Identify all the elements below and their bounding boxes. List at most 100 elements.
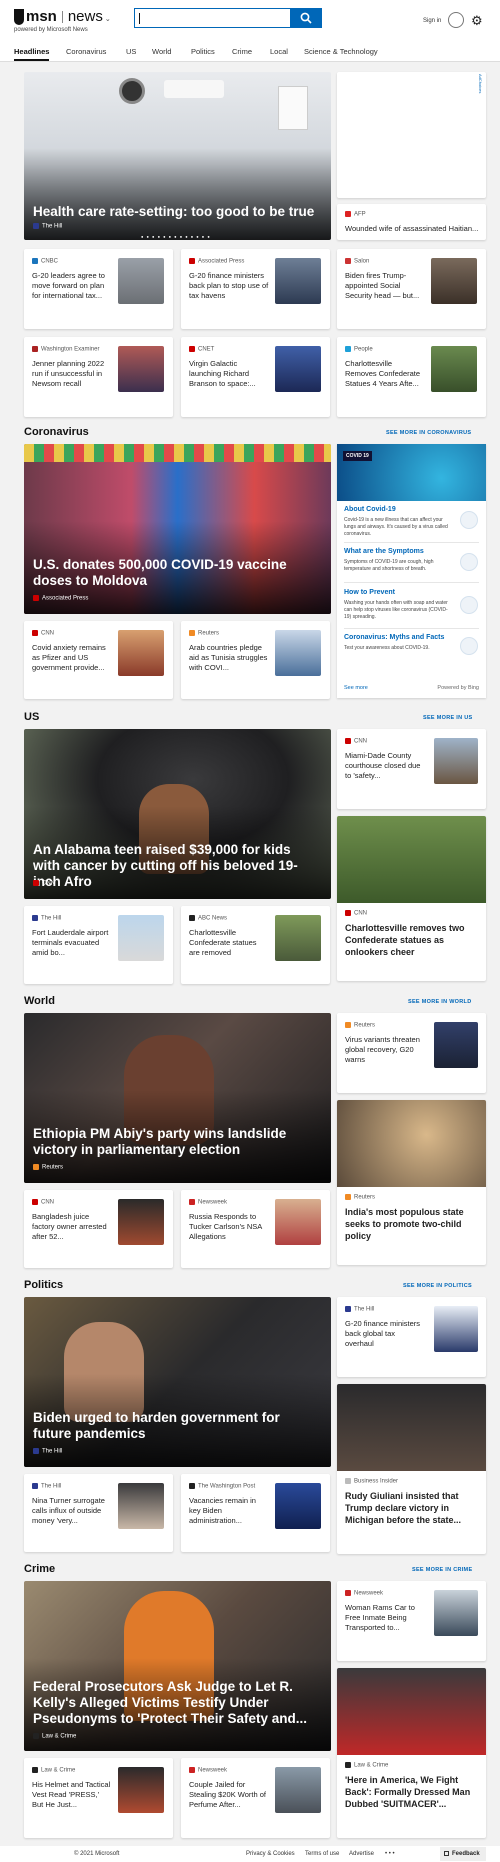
story-title[interactable]: Nina Turner surrogate calls influx of ou… (32, 1496, 112, 1526)
tab-us[interactable]: US (126, 47, 136, 56)
see-more-link[interactable]: SEE MORE IN US (423, 715, 472, 721)
sign-in-link[interactable]: Sign in (423, 18, 441, 24)
story-card[interactable]: AFP Wounded wife of assassinated Haitian… (337, 204, 486, 240)
covid-item-title[interactable]: Coronavirus: Myths and Facts (344, 634, 444, 641)
story-card[interactable]: The Hill G-20 finance ministers back glo… (337, 1297, 486, 1377)
story-title[interactable]: Virus variants threaten global recovery,… (345, 1035, 423, 1065)
hero-story[interactable]: Ethiopia PM Abiy's party wins landslide … (24, 1013, 331, 1183)
story-title[interactable]: Miami-Dade County courthouse closed due … (345, 751, 423, 781)
story-card[interactable]: Newsweek Woman Rams Car to Free Inmate B… (337, 1581, 486, 1661)
hero-title[interactable]: Ethiopia PM Abiy's party wins landslide … (33, 1126, 319, 1158)
section-title[interactable]: Coronavirus (24, 426, 89, 438)
story-card[interactable]: The Hill Fort Lauderdale airport termina… (24, 906, 173, 984)
hero-story[interactable]: Health care rate-setting: too good to be… (24, 72, 331, 240)
story-title[interactable]: Bangladesh juice factory owner arrested … (32, 1212, 112, 1242)
story-title[interactable]: Woman Rams Car to Free Inmate Being Tran… (345, 1603, 423, 1633)
hero-story[interactable]: U.S. donates 500,000 COVID-19 vaccine do… (24, 444, 331, 614)
hero-story[interactable]: Biden urged to harden government for fut… (24, 1297, 331, 1467)
see-more-link[interactable]: SEE MORE IN CRIME (412, 1567, 472, 1573)
story-card[interactable]: CNBC G-20 leaders agree to move forward … (24, 249, 173, 329)
story-title[interactable]: Charlottesville Removes Confederate Stat… (345, 359, 425, 389)
story-card[interactable]: Law & Crime His Helmet and Tactical Vest… (24, 1758, 173, 1838)
story-title[interactable]: Wounded wife of assassinated Haitian... (345, 224, 480, 234)
adchoices-label[interactable]: AdChoices (478, 74, 483, 93)
hero-title[interactable]: Biden urged to harden government for fut… (33, 1410, 319, 1442)
chevron-down-icon[interactable]: ⌄ (105, 16, 111, 23)
hero-title[interactable]: Health care rate-setting: too good to be… (33, 204, 319, 220)
story-title[interactable]: His Helmet and Tactical Vest Read 'PRESS… (32, 1780, 112, 1810)
terms-link[interactable]: Terms of use (305, 1851, 339, 1857)
story-card[interactable]: CNN Bangladesh juice factory owner arres… (24, 1190, 173, 1268)
story-card[interactable]: Newsweek Russia Responds to Tucker Carls… (181, 1190, 330, 1268)
tab-world[interactable]: World (152, 47, 171, 56)
story-card[interactable]: Washington Examiner Jenner planning 2022… (24, 337, 173, 417)
story-title[interactable]: Rudy Giuliani insisted that Trump declar… (345, 1490, 476, 1526)
feedback-button[interactable]: Feedback (440, 1847, 486, 1861)
story-title[interactable]: 'Here in America, We Fight Back': Formal… (345, 1774, 476, 1810)
hero-title[interactable]: Federal Prosecutors Ask Judge to Let R. … (33, 1679, 319, 1727)
tab-politics[interactable]: Politics (191, 47, 215, 56)
story-card[interactable]: CNN Charlottesville removes two Confeder… (337, 816, 486, 981)
story-title[interactable]: Fort Lauderdale airport terminals evacua… (32, 928, 112, 958)
section-title[interactable]: Crime (24, 1563, 55, 1575)
advertise-link[interactable]: Advertise (349, 1851, 374, 1857)
story-card[interactable]: CNN Covid anxiety remains as Pfizer and … (24, 621, 173, 699)
story-card[interactable]: CNN Miami-Dade County courthouse closed … (337, 729, 486, 809)
story-title[interactable]: Jenner planning 2022 run if unsuccessful… (32, 359, 112, 389)
tab-coronavirus[interactable]: Coronavirus (66, 47, 106, 56)
avatar-icon[interactable] (448, 12, 464, 28)
covid-item-title[interactable]: About Covid-19 (344, 506, 396, 513)
story-card[interactable]: Reuters Virus variants threaten global r… (337, 1013, 486, 1093)
carousel-dots[interactable]: ● ● ● ● ● ● ● ● ● ● ● ● ● (141, 234, 211, 239)
story-title[interactable]: Charlottesville Confederate statues are … (189, 928, 269, 958)
tab-headlines[interactable]: Headlines (14, 47, 50, 61)
story-card[interactable]: People Charlottesville Removes Confedera… (337, 337, 486, 417)
story-card[interactable]: Reuters Arab countries pledge aid as Tun… (181, 621, 330, 699)
see-more-link[interactable]: SEE MORE IN POLITICS (403, 1283, 472, 1289)
section-title[interactable]: US (24, 711, 39, 723)
story-title[interactable]: G-20 finance ministers back plan to stop… (189, 271, 269, 301)
story-title[interactable]: Vacancies remain in key Biden administra… (189, 1496, 269, 1526)
hero-title[interactable]: An Alabama teen raised $39,000 for kids … (33, 842, 319, 890)
story-title[interactable]: Virgin Galactic launching Richard Branso… (189, 359, 269, 389)
story-title[interactable]: Covid anxiety remains as Pfizer and US g… (32, 643, 112, 673)
hero-title[interactable]: U.S. donates 500,000 COVID-19 vaccine do… (33, 557, 319, 589)
story-title[interactable]: Russia Responds to Tucker Carlson's NSA … (189, 1212, 269, 1242)
story-card[interactable]: Salon Biden fires Trump-appointed Social… (337, 249, 486, 329)
story-title[interactable]: Biden fires Trump-appointed Social Secur… (345, 271, 425, 301)
story-title[interactable]: Couple Jailed for Stealing $20K Worth of… (189, 1780, 269, 1810)
tab-crime[interactable]: Crime (232, 47, 252, 56)
more-options-icon[interactable]: • • • (385, 1851, 395, 1857)
section-title[interactable]: Politics (24, 1279, 63, 1291)
covid-item-title[interactable]: What are the Symptoms (344, 548, 424, 555)
story-title[interactable]: G-20 finance ministers back global tax o… (345, 1319, 423, 1349)
story-card[interactable]: The Washington Post Vacancies remain in … (181, 1474, 330, 1552)
tab-science-technology[interactable]: Science & Technology (304, 47, 378, 56)
hero-story[interactable]: An Alabama teen raised $39,000 for kids … (24, 729, 331, 899)
story-card[interactable]: Associated Press G-20 finance ministers … (181, 249, 330, 329)
story-title[interactable]: G-20 leaders agree to move forward on pl… (32, 271, 112, 301)
see-more-link[interactable]: SEE MORE IN WORLD (408, 999, 471, 1005)
story-card[interactable]: Newsweek Couple Jailed for Stealing $20K… (181, 1758, 330, 1838)
covid-item-title[interactable]: How to Prevent (344, 589, 395, 596)
hero-image (24, 444, 331, 462)
hero-story[interactable]: Federal Prosecutors Ask Judge to Let R. … (24, 1581, 331, 1751)
story-title[interactable]: India's most populous state seeks to pro… (345, 1206, 476, 1242)
tab-local[interactable]: Local (270, 47, 288, 56)
msn-logo[interactable]: msn news ⌄ (14, 8, 111, 26)
privacy-link[interactable]: Privacy & Cookies (246, 1851, 295, 1857)
see-more-link[interactable]: SEE MORE IN CORONAVIRUS (386, 430, 471, 436)
section-title[interactable]: World (24, 995, 55, 1007)
story-card[interactable]: Reuters India's most populous state seek… (337, 1100, 486, 1265)
story-card[interactable]: CNET Virgin Galactic launching Richard B… (181, 337, 330, 417)
gear-icon[interactable]: ⚙ (471, 13, 483, 29)
covid-see-more[interactable]: See more (344, 685, 368, 691)
story-title[interactable]: Arab countries pledge aid as Tunisia str… (189, 643, 269, 673)
story-card[interactable]: The Hill Nina Turner surrogate calls inf… (24, 1474, 173, 1552)
story-card[interactable]: Law & Crime 'Here in America, We Fight B… (337, 1668, 486, 1838)
ad-slot[interactable]: AdChoices (337, 72, 486, 198)
story-card[interactable]: ABC News Charlottesville Confederate sta… (181, 906, 330, 984)
story-card[interactable]: Business Insider Rudy Giuliani insisted … (337, 1384, 486, 1554)
story-title[interactable]: Charlottesville removes two Confederate … (345, 922, 476, 958)
search-button[interactable] (290, 8, 322, 28)
